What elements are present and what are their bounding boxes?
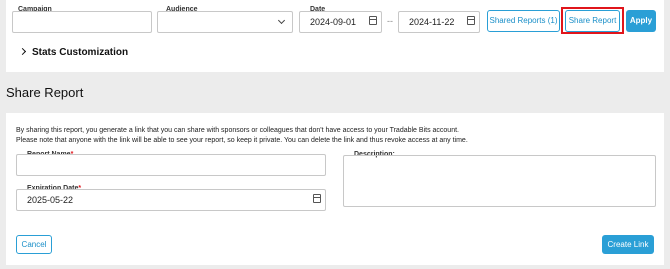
description-line-1: By sharing this report, you generate a l… bbox=[16, 127, 459, 134]
date-to-input[interactable]: 2024-11-22 bbox=[398, 11, 480, 33]
apply-button[interactable]: Apply bbox=[626, 10, 656, 32]
create-link-button[interactable]: Create Link bbox=[602, 235, 654, 254]
calendar-icon[interactable] bbox=[313, 194, 321, 203]
calendar-icon[interactable] bbox=[467, 16, 475, 25]
date-from-value: 2024-09-01 bbox=[310, 17, 357, 27]
stats-customization-toggle[interactable]: Stats Customization bbox=[32, 47, 128, 58]
date-to-value: 2024-11-22 bbox=[409, 17, 455, 27]
campaign-input[interactable] bbox=[12, 11, 152, 33]
calendar-icon[interactable] bbox=[369, 16, 377, 25]
description-line-2: Please note that anyone with the link wi… bbox=[16, 137, 468, 144]
shared-reports-button[interactable]: Shared Reports (1) bbox=[487, 10, 560, 32]
share-report-highlight bbox=[561, 7, 624, 34]
chevron-down-icon bbox=[277, 16, 286, 25]
audience-select[interactable] bbox=[157, 11, 293, 33]
expiration-date-value: 2025-05-22 bbox=[27, 195, 74, 205]
page-title: Share Report bbox=[6, 85, 84, 100]
date-separator: -- bbox=[387, 16, 393, 26]
expiration-date-input[interactable]: 2025-05-22 bbox=[16, 189, 326, 211]
cancel-button[interactable]: Cancel bbox=[16, 235, 52, 254]
date-from-input[interactable]: 2024-09-01 bbox=[299, 11, 382, 33]
report-name-input[interactable] bbox=[16, 154, 326, 176]
description-textarea[interactable] bbox=[343, 155, 656, 207]
